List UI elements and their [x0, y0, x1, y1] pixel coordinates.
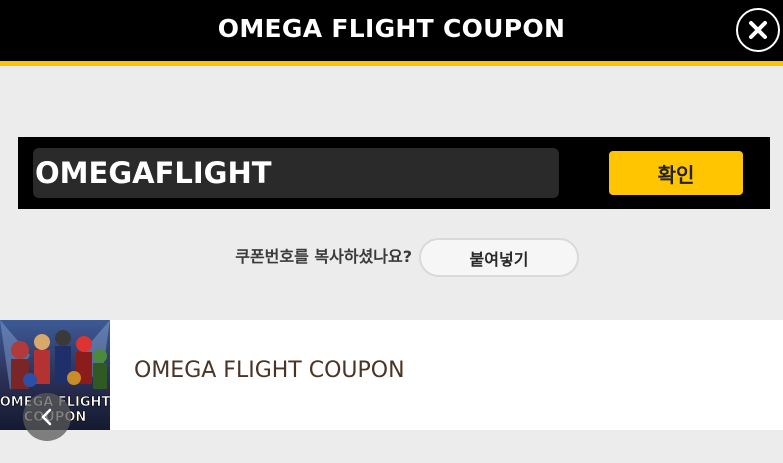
- card-title: OMEGA FLIGHT COUPON: [134, 358, 405, 383]
- header-bar: OMEGA FLIGHT COUPON: [0, 0, 783, 66]
- close-button[interactable]: [736, 8, 780, 52]
- paste-button[interactable]: 붙여넣기: [419, 238, 579, 277]
- page-title: OMEGA FLIGHT COUPON: [217, 14, 566, 43]
- back-button[interactable]: [23, 393, 71, 441]
- close-icon: [749, 21, 767, 39]
- chevron-left-icon: [41, 408, 52, 426]
- confirm-button[interactable]: 확인: [609, 151, 743, 195]
- coupon-entry-bar: 확인: [18, 137, 770, 209]
- coupon-input[interactable]: [33, 148, 559, 198]
- paste-prompt-text: 쿠폰번호를 복사하셨나요?: [235, 247, 412, 266]
- coupon-card[interactable]: OMEGA FLIGHT COUPON OMEGA FLIGHT COUPON: [0, 320, 783, 430]
